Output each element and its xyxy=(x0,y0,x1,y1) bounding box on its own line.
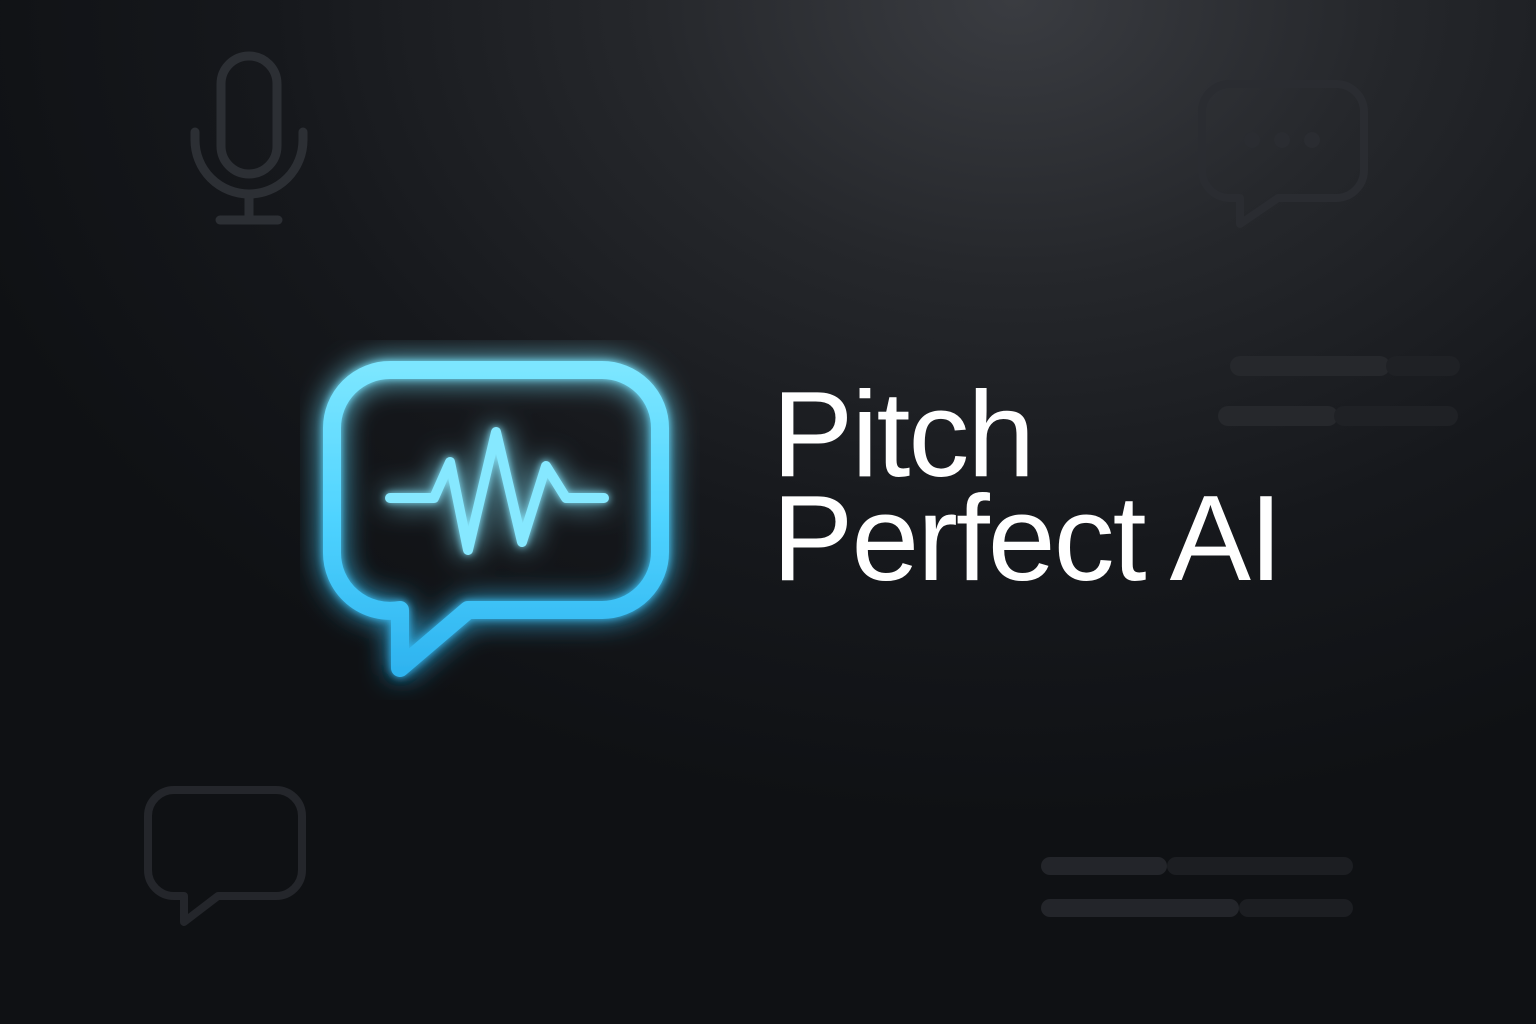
text-lines-placeholder xyxy=(1041,857,1353,917)
speech-bubble-waveform-icon xyxy=(322,361,669,677)
microphone-icon xyxy=(190,51,308,225)
brand-canvas: Pitch Perfect AI xyxy=(0,0,1536,1024)
brand-wordmark: Pitch Perfect AI xyxy=(772,373,1283,606)
chat-bubble-icon xyxy=(144,786,306,926)
chat-bubble-dots-icon xyxy=(1198,80,1368,228)
brand-name-line-2: Perfect AI xyxy=(772,470,1283,606)
